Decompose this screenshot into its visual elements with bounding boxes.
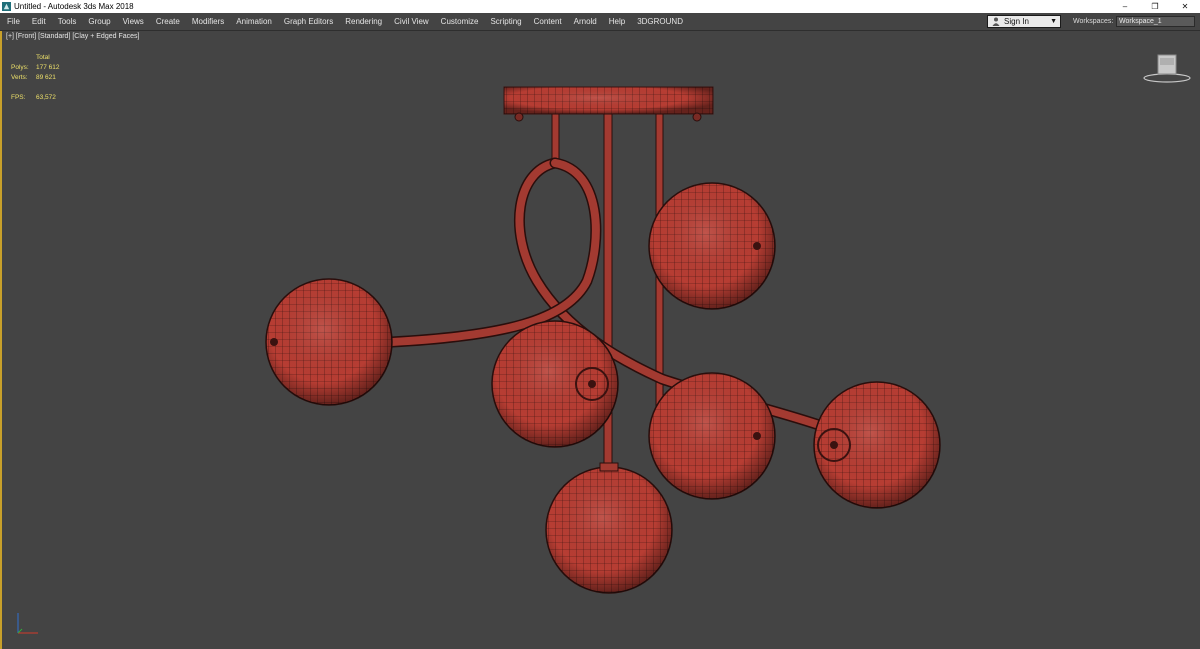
axis-tripod-icon (17, 613, 38, 634)
chandelier-model[interactable] (2, 31, 1200, 649)
globe-lower-center-right (648, 372, 776, 500)
viewport-statistics: Total Polys: 177 612 Verts: 89 621 FPS: 63,… (11, 53, 60, 103)
menu-item-help[interactable]: Help (605, 13, 629, 30)
sign-in-dropdown[interactable]: Sign In ▼ (987, 15, 1061, 28)
menu-item-rendering[interactable]: Rendering (341, 13, 386, 30)
menu-items: File Edit Tools Group Views Create Modifiers An… (0, 13, 691, 30)
viewcube-icon[interactable] (1142, 53, 1192, 85)
menu-item-arnold[interactable]: Arnold (570, 13, 601, 30)
fps-value: 63,572 (36, 94, 56, 101)
user-icon (992, 17, 1000, 26)
menu-item-animation[interactable]: Animation (232, 13, 276, 30)
globe-left (265, 278, 393, 406)
globe-upper-right (648, 182, 776, 310)
menu-item-civil-view[interactable]: Civil View (390, 13, 433, 30)
menu-item-file[interactable]: File (0, 13, 24, 30)
polys-label: Polys: (11, 64, 29, 71)
menu-item-views[interactable]: Views (119, 13, 148, 30)
polys-value: 177 612 (36, 64, 60, 71)
front-viewport[interactable]: [+] [Front] [Standard] [Clay + Edged Fac… (0, 31, 1200, 649)
globe-center (491, 320, 619, 448)
menu-item-customize[interactable]: Customize (437, 13, 483, 30)
title-bar: Untitled - Autodesk 3ds Max 2018 – ❐ ✕ (0, 0, 1200, 13)
menu-item-graph-editors[interactable]: Graph Editors (280, 13, 337, 30)
menu-item-scripting[interactable]: Scripting (486, 13, 525, 30)
menu-item-modifiers[interactable]: Modifiers (188, 13, 228, 30)
workspace-select[interactable]: Workspace_1 (1116, 16, 1195, 27)
menu-bar: File Edit Tools Group Views Create Modifiers An… (0, 13, 1200, 31)
verts-label: Verts: (11, 74, 28, 81)
globe-right (813, 381, 941, 509)
window-title: Untitled - Autodesk 3ds Max 2018 (14, 2, 134, 11)
window-controls: – ❐ ✕ (1110, 0, 1200, 13)
3dsmax-app-icon (2, 2, 11, 11)
workspaces-label: Workspaces: (1073, 18, 1114, 25)
viewport-label[interactable]: [+] [Front] [Standard] [Clay + Edged Fac… (6, 33, 139, 40)
menu-item-3dground[interactable]: 3DGROUND (633, 13, 687, 30)
maximize-button[interactable]: ❐ (1140, 0, 1170, 13)
fps-label: FPS: (11, 94, 26, 101)
stats-header: Total (36, 54, 50, 61)
sign-in-label: Sign In (1004, 17, 1029, 26)
close-button[interactable]: ✕ (1170, 0, 1200, 13)
globe-bottom (545, 462, 673, 594)
menu-item-content[interactable]: Content (530, 13, 566, 30)
menu-item-create[interactable]: Create (152, 13, 184, 30)
menu-item-group[interactable]: Group (84, 13, 114, 30)
verts-value: 89 621 (36, 74, 56, 81)
minimize-button[interactable]: – (1110, 0, 1140, 13)
menu-item-edit[interactable]: Edit (28, 13, 50, 30)
chevron-down-icon: ▼ (1050, 18, 1057, 25)
menu-item-tools[interactable]: Tools (54, 13, 81, 30)
globe-lights (265, 182, 941, 594)
